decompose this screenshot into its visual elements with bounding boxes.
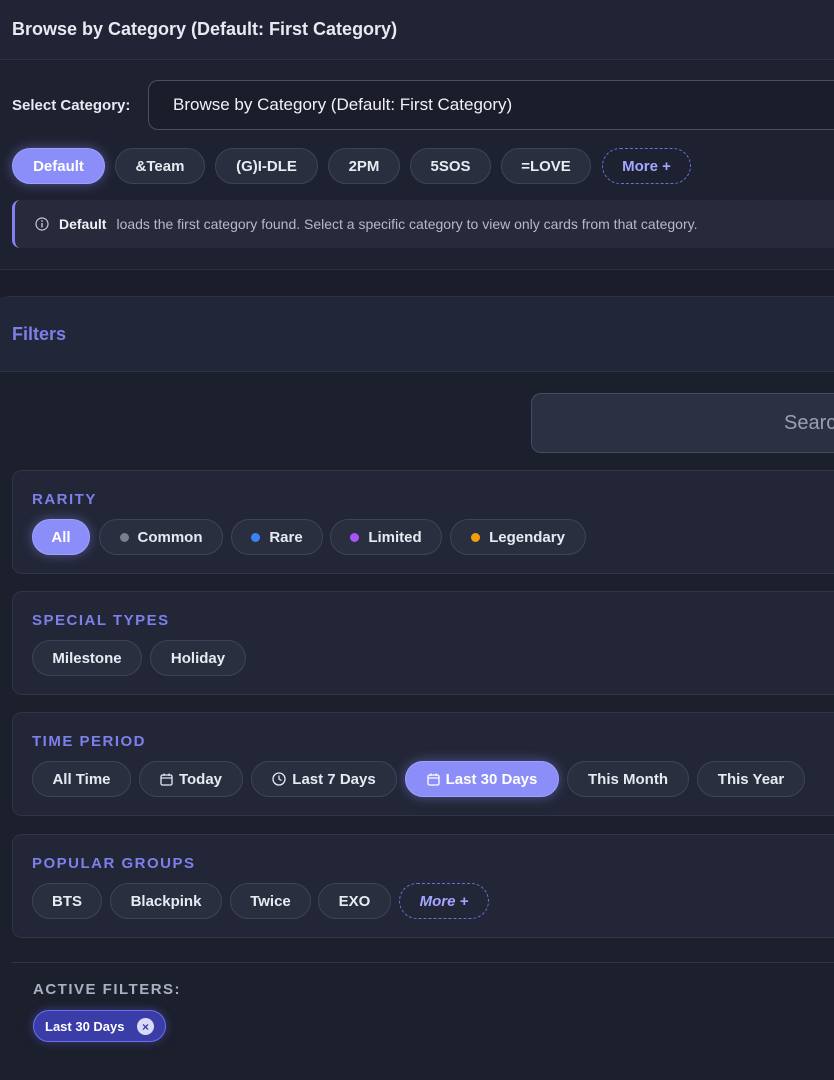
time-today-button[interactable]: Today [139, 761, 243, 797]
rarity-limited-button[interactable]: Limited [330, 519, 442, 555]
category-pill-andteam[interactable]: &Team [115, 148, 205, 184]
select-category-label: Select Category: [12, 96, 131, 114]
rarity-limited-label: Limited [368, 528, 422, 546]
limited-dot-icon [350, 532, 360, 542]
rarity-rare-button[interactable]: Rare [231, 519, 323, 555]
calendar-icon [160, 773, 173, 786]
time-this-year-button[interactable]: This Year [697, 761, 805, 797]
filters-panel: Filters Search RARITY All Common Rare Li… [0, 296, 834, 1080]
rarity-common-label: Common [137, 528, 203, 546]
category-pill-2pm[interactable]: 2PM [328, 148, 400, 184]
popular-groups-title: POPULAR GROUPS [32, 855, 196, 872]
popular-groups-section: POPULAR GROUPS BTS Blackpink Twice EXO M… [12, 834, 834, 938]
special-holiday-button[interactable]: Holiday [150, 640, 246, 676]
more-groups-button[interactable]: More + [399, 883, 489, 919]
group-exo-button[interactable]: EXO [318, 883, 391, 919]
category-pill-default[interactable]: Default [12, 148, 105, 184]
group-blackpink-button[interactable]: Blackpink [110, 883, 222, 919]
active-filters-title: ACTIVE FILTERS: [33, 981, 182, 998]
active-filter-chip-label: Last 30 Days [45, 1018, 125, 1034]
close-icon[interactable]: × [137, 1018, 154, 1035]
time-all-button[interactable]: All Time [32, 761, 131, 797]
category-select[interactable]: Browse by Category (Default: First Categ… [148, 80, 834, 130]
rarity-common-button[interactable]: Common [99, 519, 223, 555]
rarity-section: RARITY All Common Rare Limited Legendary [12, 470, 834, 574]
time-this-month-button[interactable]: This Month [567, 761, 689, 797]
clock-icon [272, 772, 286, 786]
common-dot-icon [119, 532, 129, 542]
info-text: loads the first category found. Select a… [116, 216, 698, 232]
category-pill-gidle[interactable]: (G)I-DLE [215, 148, 318, 184]
info-bold-label: Default [59, 216, 107, 232]
time-period-title: TIME PERIOD [32, 733, 147, 750]
filters-title: Filters [12, 323, 67, 344]
group-bts-button[interactable]: BTS [32, 883, 102, 919]
more-categories-button[interactable]: More + [602, 148, 691, 184]
search-input[interactable]: Search [531, 393, 834, 453]
legendary-dot-icon [471, 532, 481, 542]
info-icon [35, 217, 49, 231]
group-twice-button[interactable]: Twice [230, 883, 311, 919]
browse-category-panel: Browse by Category (Default: First Categ… [0, 0, 834, 270]
rarity-legendary-button[interactable]: Legendary [450, 519, 586, 555]
default-info-note: Default loads the first category found. … [12, 200, 834, 248]
special-types-section: SPECIAL TYPES Milestone Holiday [12, 591, 834, 695]
calendar-icon [426, 773, 440, 786]
active-filter-chip: Last 30 Days × [33, 1010, 166, 1042]
time-last30-button[interactable]: Last 30 Days [405, 761, 559, 797]
browse-title: Browse by Category (Default: First Categ… [12, 19, 398, 39]
active-filters-section: ACTIVE FILTERS: Last 30 Days × [12, 962, 834, 1076]
rarity-title: RARITY [32, 491, 97, 508]
rare-dot-icon [251, 532, 261, 542]
time-last7-label: Last 7 Days [292, 770, 376, 788]
category-pill-5sos[interactable]: 5SOS [410, 148, 491, 184]
filters-header: Filters [0, 297, 834, 372]
category-pill-equal-love[interactable]: =LOVE [501, 148, 591, 184]
time-period-section: TIME PERIOD All Time Today Last 7 Days L… [12, 712, 834, 816]
time-last7-button[interactable]: Last 7 Days [251, 761, 397, 797]
rarity-all-button[interactable]: All [32, 519, 90, 555]
time-last30-label: Last 30 Days [445, 770, 538, 788]
rarity-rare-label: Rare [269, 528, 303, 546]
select-category-row: Select Category: Browse by Category (Def… [12, 80, 834, 130]
time-today-label: Today [178, 770, 223, 788]
special-types-title: SPECIAL TYPES [32, 612, 170, 629]
browse-header: Browse by Category (Default: First Categ… [0, 0, 834, 60]
special-milestone-button[interactable]: Milestone [32, 640, 142, 676]
rarity-legendary-label: Legendary [489, 528, 565, 546]
